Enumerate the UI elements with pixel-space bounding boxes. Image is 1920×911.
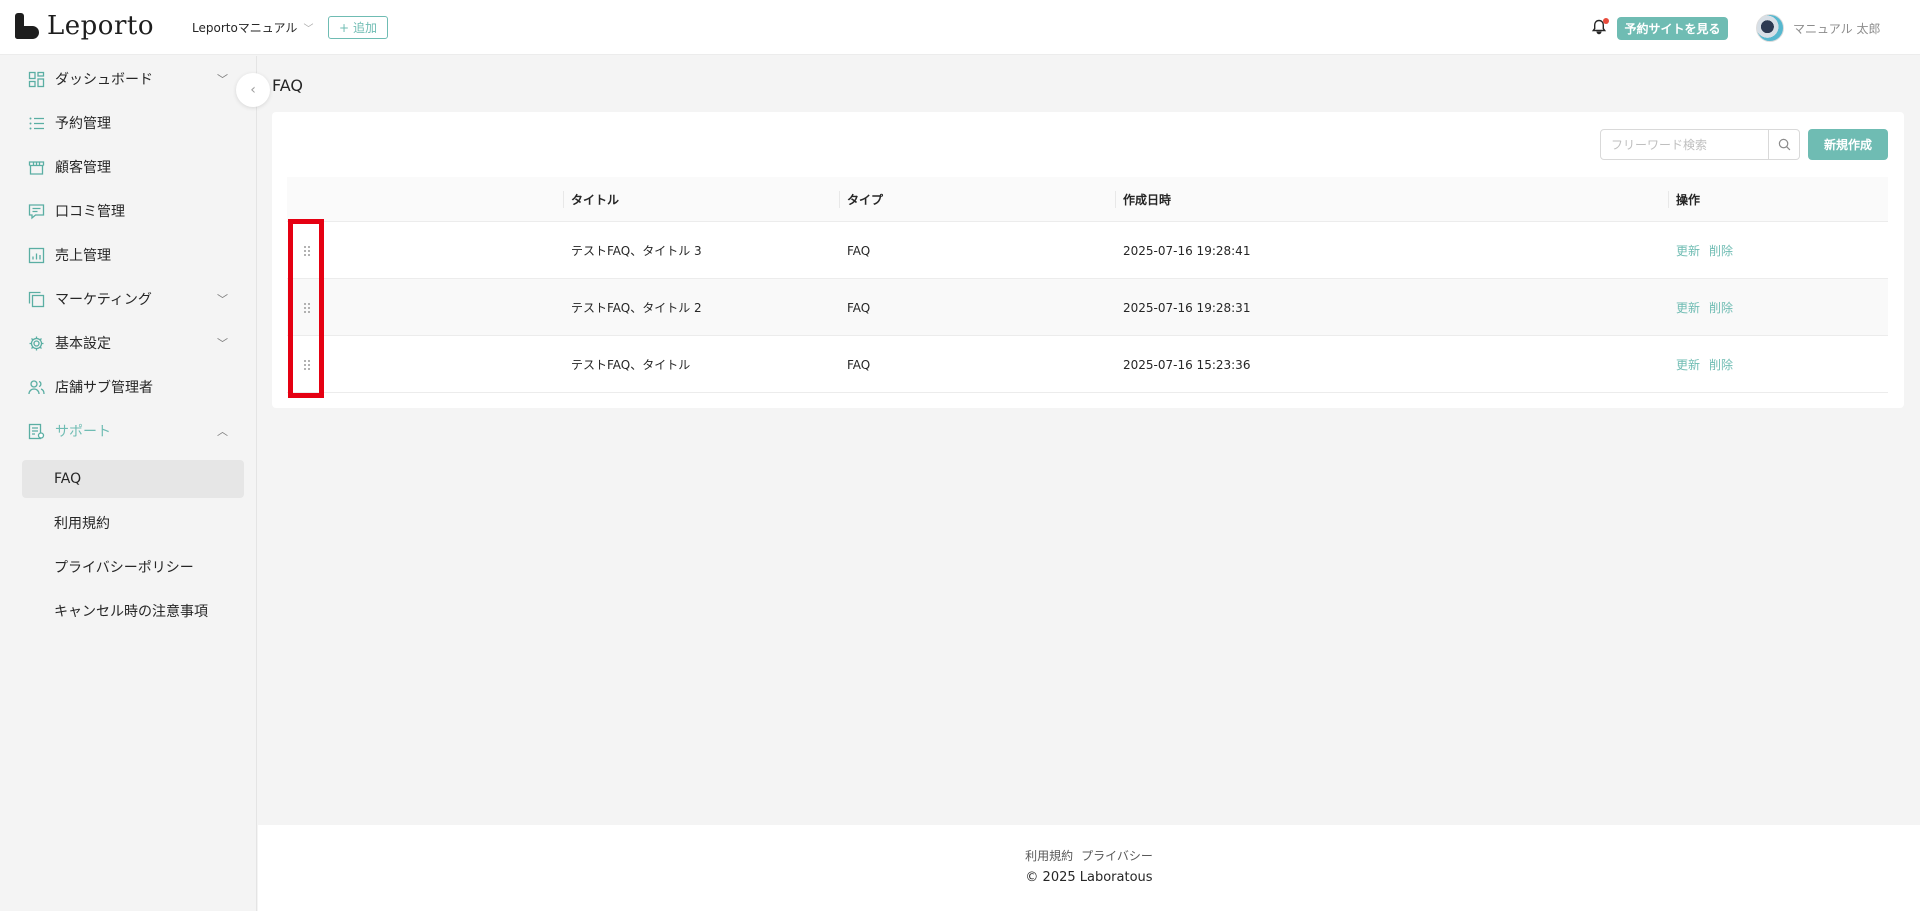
sidebar-subitem-faq[interactable]: FAQ xyxy=(22,460,244,498)
delete-link[interactable]: 削除 xyxy=(1709,356,1733,373)
shop-name: Leportoマニュアル xyxy=(192,21,298,35)
app-header: Leporto Leportoマニュアル ﹀ + 追加 予約サイトを見る マニュ… xyxy=(0,0,1920,55)
column-header-actions: 操作 xyxy=(1668,177,1888,222)
chevron-left-icon: ‹ xyxy=(250,82,256,98)
page-footer: 利用規約 プライバシー © 2025 Laboratous xyxy=(258,825,1920,911)
row-title: テストFAQ、タイトル 3 xyxy=(571,244,702,258)
delete-link[interactable]: 削除 xyxy=(1709,242,1733,259)
column-header-drag xyxy=(287,177,563,222)
column-header-title: タイトル xyxy=(563,177,839,222)
update-link[interactable]: 更新 xyxy=(1676,356,1700,373)
sidebar-item-label: ダッシュボード xyxy=(55,72,153,88)
table-row: テストFAQ、タイトル 3 FAQ 2025-07-16 19:28:41 更新… xyxy=(287,222,1888,279)
sidebar-subitem-privacy[interactable]: プライバシーポリシー xyxy=(22,548,244,586)
column-header-created-at: 作成日時 xyxy=(1115,177,1668,222)
search-box xyxy=(1600,129,1800,160)
faq-list-card: 新規作成 タイトル タイプ 作成日時 操作 テストFAQ、タイトル 3 FAQ … xyxy=(272,112,1904,408)
sidebar-item-label: 店舗サブ管理者 xyxy=(55,380,153,396)
row-title: テストFAQ、タイトル xyxy=(571,358,691,372)
drag-handle-icon[interactable] xyxy=(299,336,315,393)
drag-handle-icon[interactable] xyxy=(299,279,315,336)
table-header: タイトル タイプ 作成日時 操作 xyxy=(287,177,1888,222)
copy-icon xyxy=(28,291,45,308)
sidebar-item-label: サポート xyxy=(55,424,111,440)
notification-bell-icon[interactable] xyxy=(1590,18,1609,36)
delete-link[interactable]: 削除 xyxy=(1709,299,1733,316)
column-header-type: タイプ xyxy=(839,177,1115,222)
row-created-at: 2025-07-16 15:23:36 xyxy=(1123,357,1251,372)
sidebar-item-sales[interactable]: 売上管理 xyxy=(28,243,228,267)
faq-table: タイトル タイプ 作成日時 操作 テストFAQ、タイトル 3 FAQ 2025-… xyxy=(287,177,1888,393)
sidebar-item-label: 基本設定 xyxy=(55,336,111,352)
chevron-down-icon: ﹀ xyxy=(303,24,314,35)
review-icon xyxy=(28,203,45,220)
row-created-at: 2025-07-16 19:28:31 xyxy=(1123,300,1251,315)
add-button-label: 追加 xyxy=(353,21,378,35)
sidebar-item-label: 予約管理 xyxy=(55,116,111,132)
search-input[interactable] xyxy=(1600,129,1769,160)
view-reservation-site-button[interactable]: 予約サイトを見る xyxy=(1617,17,1728,40)
shop-selector[interactable]: Leportoマニュアル ﹀ xyxy=(192,19,313,36)
sidebar: ダッシュボード ﹀ 予約管理 顧客管理 口コミ管理 売上管理 マーケティング ﹀… xyxy=(0,56,257,911)
add-button[interactable]: + 追加 xyxy=(328,16,388,39)
row-title: テストFAQ、タイトル 2 xyxy=(571,301,702,315)
row-created-at: 2025-07-16 19:28:41 xyxy=(1123,243,1251,258)
sales-chart-icon xyxy=(28,247,45,264)
sidebar-item-support[interactable]: サポート ︿ xyxy=(28,419,228,443)
sidebar-item-reviews[interactable]: 口コミ管理 xyxy=(28,199,228,223)
sidebar-item-marketing[interactable]: マーケティング ﹀ xyxy=(28,287,228,311)
avatar[interactable] xyxy=(1756,14,1784,42)
logo[interactable]: Leporto xyxy=(15,11,154,41)
dashboard-icon xyxy=(28,71,45,88)
row-type: FAQ xyxy=(847,300,871,315)
sidebar-item-reservations[interactable]: 予約管理 xyxy=(28,111,228,135)
support-doc-icon xyxy=(28,423,45,440)
sidebar-item-label: 口コミ管理 xyxy=(55,204,125,220)
gear-icon xyxy=(28,335,45,352)
user-name[interactable]: マニュアル 太郎 xyxy=(1793,20,1880,37)
table-row: テストFAQ、タイトル FAQ 2025-07-16 15:23:36 更新 削… xyxy=(287,336,1888,393)
sidebar-item-label: 売上管理 xyxy=(55,248,111,264)
sidebar-item-dashboard[interactable]: ダッシュボード ﹀ xyxy=(28,67,228,91)
sidebar-item-customers[interactable]: 顧客管理 xyxy=(28,155,228,179)
sidebar-item-settings[interactable]: 基本設定 ﹀ xyxy=(28,331,228,355)
logo-mark-icon xyxy=(15,13,39,39)
create-new-button[interactable]: 新規作成 xyxy=(1808,129,1888,160)
users-icon xyxy=(28,379,45,396)
sidebar-subitem-cancel-notes[interactable]: キャンセル時の注意事項 xyxy=(22,592,244,630)
table-row: テストFAQ、タイトル 2 FAQ 2025-07-16 19:28:31 更新… xyxy=(287,279,1888,336)
sidebar-item-label: 顧客管理 xyxy=(55,160,111,176)
row-type: FAQ xyxy=(847,243,871,258)
chevron-down-icon: ﹀ xyxy=(217,293,228,306)
collapse-sidebar-button[interactable]: ‹ xyxy=(236,73,270,107)
plus-icon: + xyxy=(338,20,350,35)
list-icon xyxy=(28,115,45,132)
chevron-up-icon: ︿ xyxy=(217,425,228,438)
page-title: FAQ xyxy=(272,76,303,95)
update-link[interactable]: 更新 xyxy=(1676,242,1700,259)
sidebar-subitem-terms[interactable]: 利用規約 xyxy=(22,504,244,542)
update-link[interactable]: 更新 xyxy=(1676,299,1700,316)
chevron-down-icon: ﹀ xyxy=(217,337,228,350)
chevron-down-icon: ﹀ xyxy=(217,73,228,86)
notification-dot xyxy=(1603,18,1609,24)
footer-link-terms[interactable]: 利用規約 xyxy=(1025,847,1073,864)
search-button[interactable] xyxy=(1769,129,1800,160)
sidebar-item-label: マーケティング xyxy=(55,292,152,308)
copyright-text: © 2025 Laboratous xyxy=(1025,870,1153,885)
row-type: FAQ xyxy=(847,357,871,372)
sidebar-item-sub-admins[interactable]: 店舗サブ管理者 xyxy=(28,375,228,399)
logo-text: Leporto xyxy=(47,11,154,41)
search-icon xyxy=(1778,138,1790,151)
store-icon xyxy=(28,159,45,176)
drag-handle-icon[interactable] xyxy=(299,222,315,279)
footer-link-privacy[interactable]: プライバシー xyxy=(1081,847,1153,864)
